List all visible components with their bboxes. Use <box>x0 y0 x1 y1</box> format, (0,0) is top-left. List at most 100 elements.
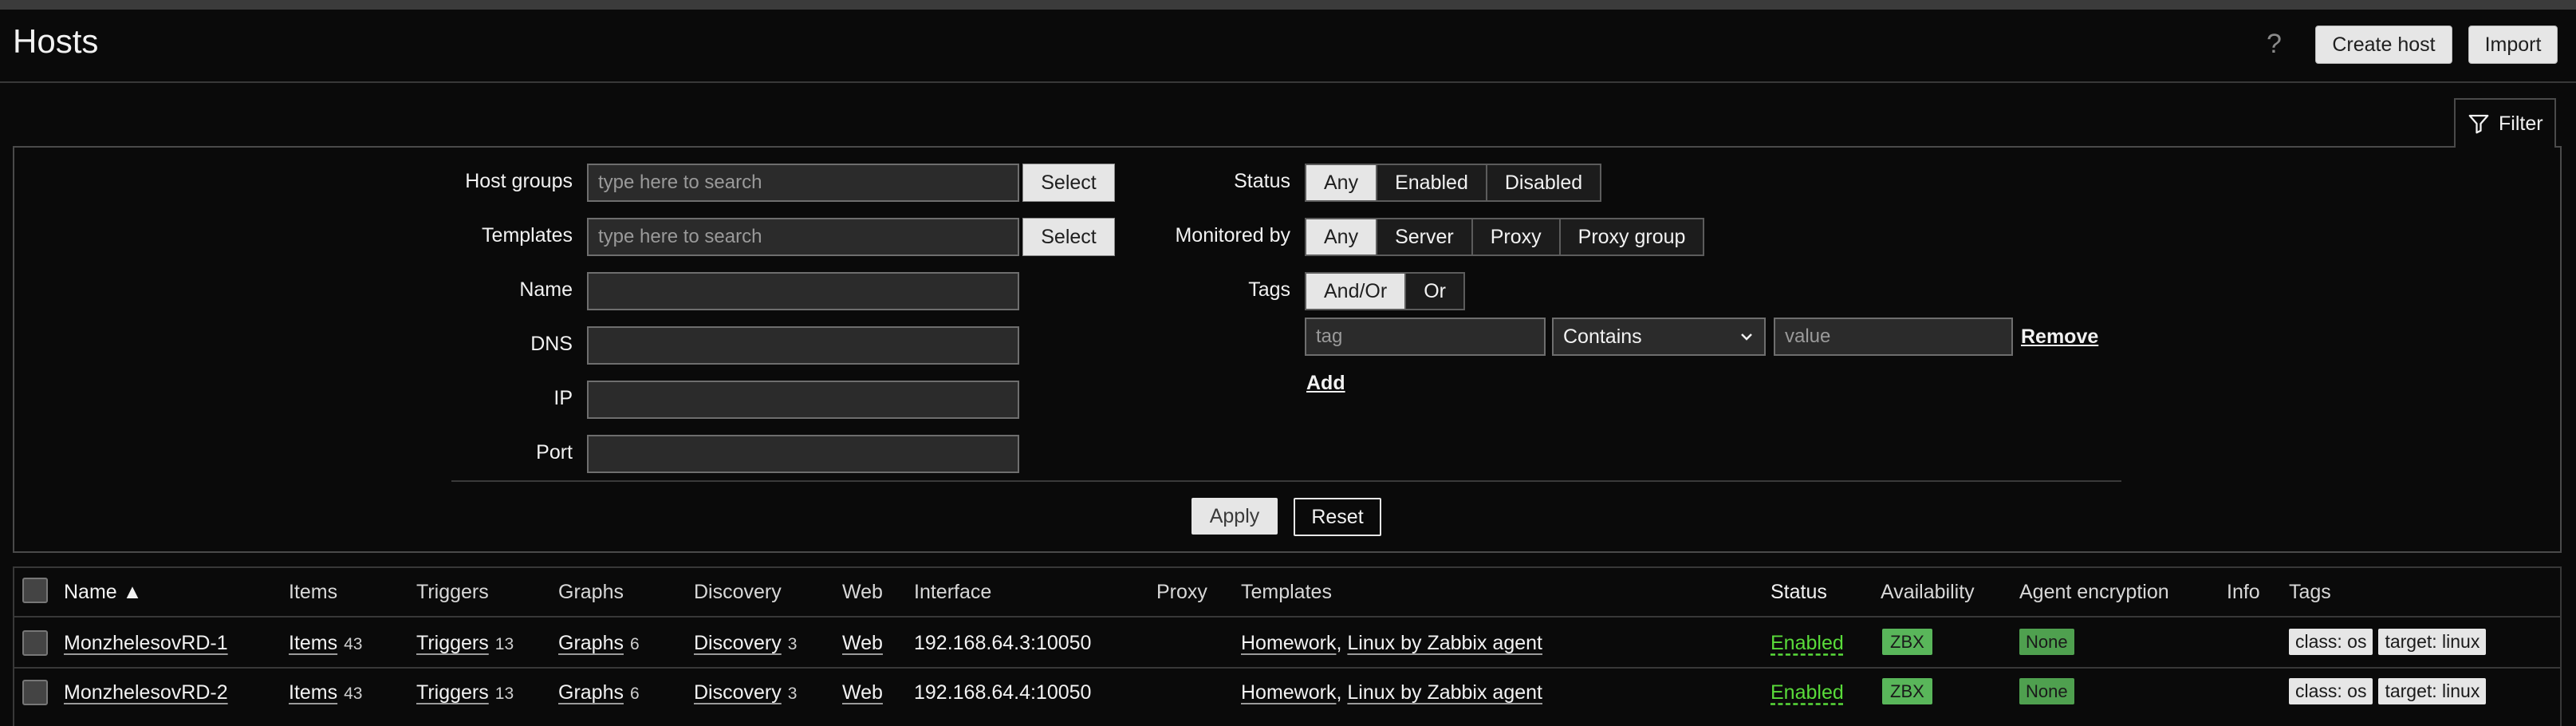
graphs-cell: Graphs 6 <box>558 632 640 655</box>
monitored-by-server[interactable]: Server <box>1376 219 1471 254</box>
encryption-cell: None <box>2019 629 2074 655</box>
tags-label: Tags <box>1248 278 1290 301</box>
web-link[interactable]: Web <box>842 681 883 704</box>
items-cell: Items 43 <box>289 632 362 655</box>
host-groups-label: Host groups <box>465 170 573 192</box>
chevron-down-icon <box>1741 333 1752 341</box>
availability-cell: ZBX <box>1882 678 1932 704</box>
discovery-count: 3 <box>787 635 798 653</box>
triggers-cell: Triggers 13 <box>416 681 514 704</box>
zbx-availability-badge[interactable]: ZBX <box>1882 629 1932 655</box>
tag-input[interactable]: tag <box>1305 318 1546 356</box>
template-link[interactable]: Linux by Zabbix agent <box>1347 632 1542 654</box>
row-checkbox[interactable] <box>22 630 48 656</box>
tags-cell: class: os target: linux <box>2289 629 2487 655</box>
dns-field[interactable] <box>587 326 1019 365</box>
web-link[interactable]: Web <box>842 632 883 655</box>
port-field[interactable] <box>587 435 1019 473</box>
graphs-cell: Graphs 6 <box>558 681 640 704</box>
graphs-link[interactable]: Graphs <box>558 632 624 654</box>
triggers-link[interactable]: Triggers <box>416 681 489 704</box>
items-count: 43 <box>344 685 363 703</box>
tags-or[interactable]: Or <box>1404 274 1463 309</box>
name-field[interactable] <box>587 272 1019 310</box>
zbx-availability-badge[interactable]: ZBX <box>1882 678 1932 704</box>
col-status[interactable]: Status <box>1771 581 1827 604</box>
template-link[interactable]: Homework <box>1241 681 1336 704</box>
status-link[interactable]: Enabled <box>1771 681 1844 704</box>
encryption-badge: None <box>2019 678 2074 704</box>
host-name-link[interactable]: MonzhelesovRD-1 <box>64 632 228 655</box>
templates-select-button[interactable]: Select <box>1022 218 1115 256</box>
page-title: Hosts <box>13 22 99 60</box>
col-items: Items <box>289 581 338 603</box>
apply-button[interactable]: Apply <box>1191 498 1278 535</box>
graphs-count: 6 <box>629 685 640 703</box>
discovery-link[interactable]: Discovery <box>694 632 782 654</box>
template-link[interactable]: Linux by Zabbix agent <box>1347 681 1542 704</box>
filter-icon <box>2468 114 2489 134</box>
interface-value: 192.168.64.3:10050 <box>914 632 1092 654</box>
templates-cell: Homework, Linux by Zabbix agent <box>1241 632 1542 655</box>
filter-tab-label: Filter <box>2499 112 2543 135</box>
templates-label: Templates <box>482 224 573 247</box>
import-button[interactable]: Import <box>2468 26 2558 64</box>
discovery-link[interactable]: Discovery <box>694 681 782 704</box>
row-checkbox[interactable] <box>22 680 48 705</box>
monitored-by-proxy-group[interactable]: Proxy group <box>1558 219 1704 254</box>
host-groups-select-button[interactable]: Select <box>1022 164 1115 202</box>
monitored-by-segmented: Any Server Proxy Proxy group <box>1305 218 1705 256</box>
encryption-badge: None <box>2019 629 2074 655</box>
col-tags: Tags <box>2289 581 2331 603</box>
help-icon[interactable]: ? <box>2267 29 2282 60</box>
template-separator: , <box>1336 632 1342 654</box>
tag-badge[interactable]: class: os <box>2289 629 2373 655</box>
col-proxy: Proxy <box>1156 581 1207 603</box>
page-header <box>0 10 2576 83</box>
tag-value-input[interactable]: value <box>1774 318 2013 356</box>
tag-badge[interactable]: class: os <box>2289 678 2373 704</box>
col-templates: Templates <box>1241 581 1332 603</box>
status-link[interactable]: Enabled <box>1771 632 1844 655</box>
create-host-button[interactable]: Create host <box>2315 26 2452 64</box>
status-any[interactable]: Any <box>1306 165 1377 200</box>
monitored-by-label: Monitored by <box>1175 224 1290 247</box>
tag-badge[interactable]: target: linux <box>2378 629 2487 655</box>
host-groups-input[interactable]: type here to search <box>587 164 1019 202</box>
monitored-by-proxy[interactable]: Proxy <box>1471 219 1559 254</box>
items-link[interactable]: Items <box>289 681 337 704</box>
templates-cell: Homework, Linux by Zabbix agent <box>1241 681 1542 704</box>
tag-badge[interactable]: target: linux <box>2378 678 2487 704</box>
items-cell: Items 43 <box>289 681 362 704</box>
col-triggers: Triggers <box>416 581 489 603</box>
template-link[interactable]: Homework <box>1241 632 1336 654</box>
port-label: Port <box>536 441 573 464</box>
row-divider <box>13 667 2562 669</box>
reset-button[interactable]: Reset <box>1294 498 1381 536</box>
tag-remove-link[interactable]: Remove <box>2021 326 2098 349</box>
ip-field[interactable] <box>587 381 1019 419</box>
col-interface: Interface <box>914 581 992 603</box>
tag-add-link[interactable]: Add <box>1306 372 1345 395</box>
host-name-link[interactable]: MonzhelesovRD-2 <box>64 681 228 704</box>
status-label: Status <box>1234 170 1290 192</box>
col-name[interactable]: Name ▲ <box>64 581 142 604</box>
tag-operator-value: Contains <box>1563 325 1642 348</box>
status-enabled[interactable]: Enabled <box>1376 165 1486 200</box>
discovery-count: 3 <box>787 685 798 703</box>
triggers-link[interactable]: Triggers <box>416 632 489 654</box>
select-all-checkbox[interactable] <box>22 578 48 603</box>
filter-tab[interactable]: Filter <box>2454 98 2556 148</box>
items-link[interactable]: Items <box>289 632 337 654</box>
monitored-by-any[interactable]: Any <box>1306 219 1377 254</box>
col-info: Info <box>2227 581 2260 603</box>
tags-andor[interactable]: And/Or <box>1306 274 1405 309</box>
graphs-link[interactable]: Graphs <box>558 681 624 704</box>
encryption-cell: None <box>2019 678 2074 704</box>
status-disabled[interactable]: Disabled <box>1485 165 1601 200</box>
items-count: 43 <box>344 635 363 653</box>
col-agent-encryption: Agent encryption <box>2019 581 2169 603</box>
templates-input[interactable]: type here to search <box>587 218 1019 256</box>
tag-operator-select[interactable]: Contains <box>1552 318 1766 356</box>
tags-cell: class: os target: linux <box>2289 678 2487 704</box>
